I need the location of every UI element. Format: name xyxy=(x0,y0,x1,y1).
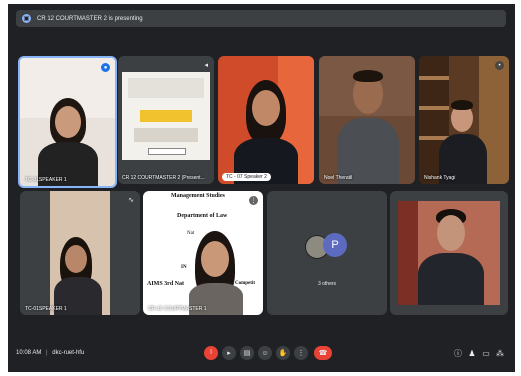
reactions-button[interactable]: ☺ xyxy=(258,346,272,360)
info-icon: ⓘ xyxy=(454,348,462,358)
more-options-icon[interactable]: ⋮ xyxy=(249,196,258,205)
slide-text-2: Department of Law xyxy=(177,213,228,219)
participant-face xyxy=(201,241,229,277)
chat-icon: ▭ xyxy=(482,348,490,358)
muted-mic-icon: ∿ xyxy=(128,197,134,204)
captions-button[interactable]: ▤ xyxy=(240,346,254,360)
participant-tile-3[interactable]: TC - 07 Speaker 2 xyxy=(218,56,314,184)
present-button[interactable]: ⋮ xyxy=(294,346,308,360)
participant-tile-6[interactable]: ∿ TC-01SPEAKER 1 xyxy=(20,191,140,315)
meeting-code: dkc-ruet-hfu xyxy=(52,350,85,356)
participant-face xyxy=(55,106,81,138)
end-call-icon: ☎ xyxy=(318,350,328,357)
other-avatar-letter: P xyxy=(323,233,347,257)
presenting-banner: ▣ CR 12 COURTMASTER 2 is presenting xyxy=(16,10,506,27)
camera-toggle-button[interactable]: ▸ xyxy=(222,346,236,360)
participant-tile-1[interactable]: ● TC-01SPEAKER 1 xyxy=(18,56,117,188)
people-icon: ♟ xyxy=(468,348,476,358)
slide-text-4: IN xyxy=(181,265,187,270)
participant-name: Noel Theratil xyxy=(324,175,353,181)
participant-name: Nishank Tyagi xyxy=(424,175,456,181)
participant-tile-8[interactable] xyxy=(390,191,508,315)
participant-tile-5[interactable]: • Nishank Tyagi xyxy=(419,56,509,184)
emoji-icon: ☺ xyxy=(261,349,269,357)
slide-text-3: Nat xyxy=(187,231,195,236)
separator: | xyxy=(46,350,48,356)
participant-tile-7-presentation[interactable]: Management Studies Department of Law Nat… xyxy=(143,191,263,315)
participant-name: CR-12 COURTMASTER 1 xyxy=(148,306,207,312)
muted-indicator-icon: • xyxy=(495,61,504,70)
participant-face xyxy=(252,90,280,126)
meet-window: ▣ CR 12 COURTMASTER 2 is presenting ● TC… xyxy=(8,4,515,372)
people-button[interactable]: ♟ xyxy=(466,346,478,360)
participant-tile-4[interactable]: Noel Theratil xyxy=(319,56,415,184)
participant-face xyxy=(437,215,465,251)
participant-name: TC - 07 Speaker 2 xyxy=(222,173,271,181)
camera-icon: ▸ xyxy=(227,350,231,357)
info-button[interactable]: ⓘ xyxy=(452,346,464,360)
captions-icon: ▤ xyxy=(243,350,251,357)
slide-text-5: AIMS 3rd Nat xyxy=(147,281,184,287)
speaking-icon: ● xyxy=(101,63,110,72)
leave-call-button[interactable]: ☎ xyxy=(314,346,332,360)
slide-text-1: Management Studies xyxy=(171,193,225,199)
participant-name: CR 12 COURTMASTER 2 (Present... xyxy=(122,175,205,181)
avatar-letter: P xyxy=(331,239,339,251)
meeting-info: 10:08 AM | dkc-ruet-hfu xyxy=(16,350,84,356)
participant-tile-2-presentation[interactable]: ◂ CR 12 COURTMASTER 2 (Present... xyxy=(118,56,214,184)
presenting-text: CR 12 COURTMASTER 2 is presenting xyxy=(37,15,143,22)
mic-off-icon: ⏽ xyxy=(208,349,214,356)
participant-face xyxy=(65,245,87,273)
activities-icon: ⁂ xyxy=(496,348,504,358)
present-icon: ▣ xyxy=(22,14,31,23)
participant-name: TC-01SPEAKER 1 xyxy=(25,177,67,183)
more-icon: ⋮ xyxy=(297,350,305,357)
others-tile[interactable]: P 3 others xyxy=(267,191,387,315)
call-control-bar: 10:08 AM | dkc-ruet-hfu ⏽ ▸ ▤ ☺ ✋ ⋮ ☎ ⓘ … xyxy=(8,340,515,372)
others-label: 3 others xyxy=(317,281,337,287)
muted-mic-icon: ◂ xyxy=(204,62,208,69)
activities-button[interactable]: ⁂ xyxy=(494,346,506,360)
chat-button[interactable]: ▭ xyxy=(480,346,492,360)
clock-time: 10:08 AM xyxy=(16,350,42,356)
raise-hand-button[interactable]: ✋ xyxy=(276,346,290,360)
participant-name: TC-01SPEAKER 1 xyxy=(25,306,67,312)
hand-icon: ✋ xyxy=(278,350,288,357)
slide-text-6: Competit xyxy=(235,281,255,286)
mic-toggle-button[interactable]: ⏽ xyxy=(204,346,218,360)
